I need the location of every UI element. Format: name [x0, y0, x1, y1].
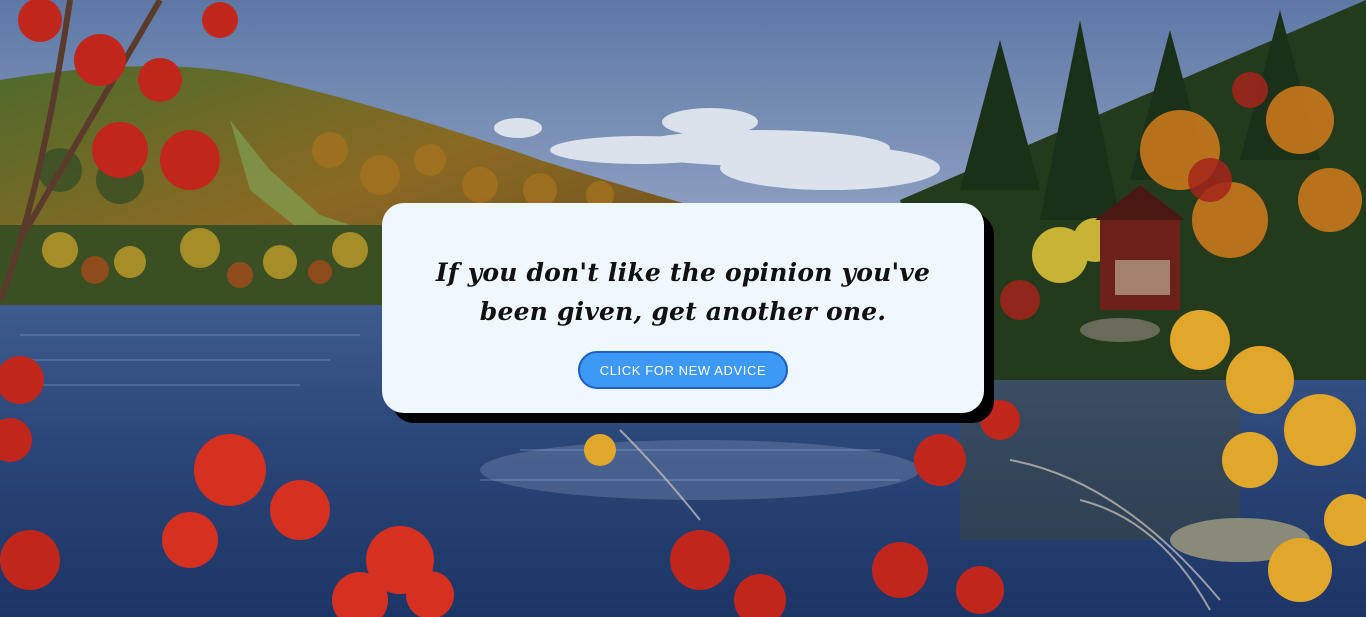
advice-quote: If you don't like the opinion you've bee… [435, 258, 931, 326]
new-advice-button[interactable]: CLICK FOR NEW ADVICE [578, 351, 788, 389]
app-viewport: If you don't like the opinion you've bee… [0, 0, 1366, 617]
advice-card: If you don't like the opinion you've bee… [382, 203, 984, 413]
